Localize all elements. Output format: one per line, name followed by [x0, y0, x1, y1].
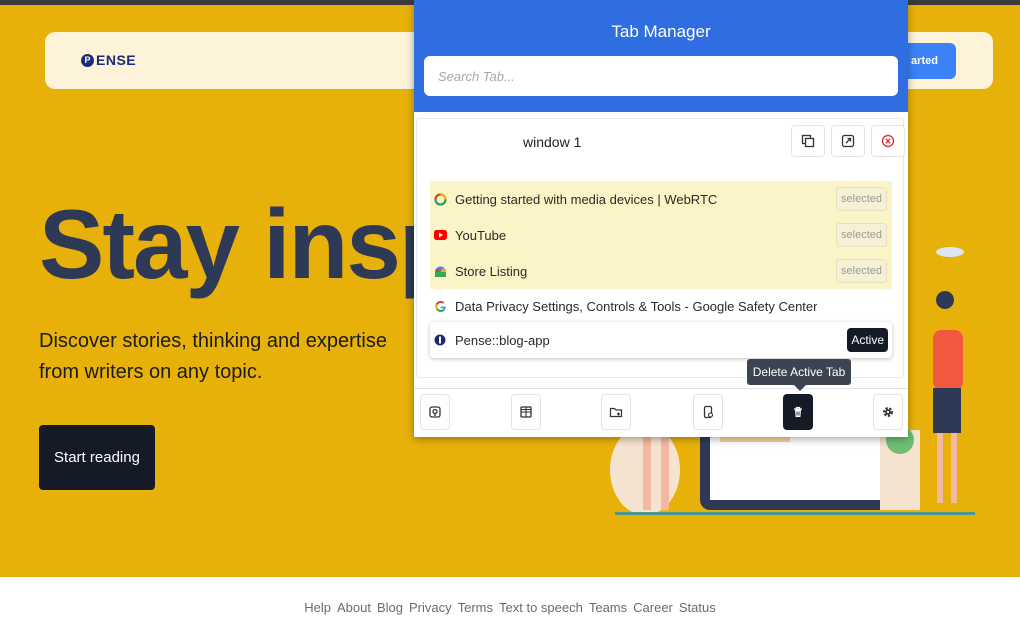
pin-tab-button[interactable]: [420, 394, 450, 430]
hero-subtitle: Discover stories, thinking and expertise…: [39, 330, 387, 383]
new-folder-button[interactable]: [601, 394, 631, 430]
close-circle-icon: [881, 134, 895, 148]
trash-icon: [794, 406, 802, 417]
tab-row[interactable]: Data Privacy Settings, Controls & Tools …: [430, 289, 892, 323]
grid-icon: [520, 406, 532, 418]
tab-row[interactable]: YouTube selected: [430, 217, 892, 253]
start-reading-button[interactable]: Start reading: [39, 425, 155, 490]
footer-link-career[interactable]: Career: [633, 600, 673, 615]
external-window-icon: [841, 134, 855, 148]
delete-active-tab-tooltip: Delete Active Tab: [747, 359, 851, 391]
tab-title: YouTube: [455, 227, 507, 243]
footer-link-about[interactable]: About: [337, 600, 371, 615]
footer-link-text-to-speech[interactable]: Text to speech: [499, 600, 583, 615]
tab-row[interactable]: Store Listing selected: [430, 253, 892, 289]
chrome-webstore-icon: [433, 264, 447, 278]
tab-row-active[interactable]: Pense::blog-app Active: [430, 322, 892, 358]
grid-view-button[interactable]: [511, 394, 541, 430]
tab-title: Pense::blog-app: [455, 332, 550, 348]
windows-stack-icon: [801, 134, 815, 148]
tab-title: Data Privacy Settings, Controls & Tools …: [455, 298, 818, 314]
merge-windows-button[interactable]: [791, 125, 825, 157]
tab-row[interactable]: Getting started with media devices | Web…: [430, 181, 892, 217]
footer-link-terms[interactable]: Terms: [458, 600, 493, 615]
site-footer: Help About Blog Privacy Terms Text to sp…: [0, 577, 1020, 638]
pin-icon: [429, 406, 441, 418]
mobile-view-button[interactable]: [693, 394, 723, 430]
popup-title: Tab Manager: [611, 22, 711, 41]
tab-title: Store Listing: [455, 263, 528, 279]
footer-link-teams[interactable]: Teams: [589, 600, 627, 615]
popup-divider: [414, 388, 908, 389]
pense-icon: [433, 333, 447, 347]
window-card: window 1 Getting started with media devi…: [416, 118, 905, 378]
footer-link-privacy[interactable]: Privacy: [409, 600, 452, 615]
youtube-icon: [433, 228, 447, 242]
logo-mark: P: [81, 53, 94, 67]
close-window-button[interactable]: [871, 125, 905, 157]
device-icon: [703, 405, 714, 419]
popup-header: Tab Manager: [414, 0, 908, 112]
site-logo[interactable]: P ENSE: [81, 52, 136, 68]
open-window-button[interactable]: [831, 125, 865, 157]
folder-add-icon: [609, 407, 623, 418]
window-title: window 1: [523, 134, 582, 150]
selected-badge: selected: [836, 259, 887, 283]
footer-link-status[interactable]: Status: [679, 600, 716, 615]
search-tab-input[interactable]: [424, 56, 898, 96]
tab-title: Getting started with media devices | Web…: [455, 191, 718, 207]
webrtc-icon: [433, 192, 447, 206]
selected-badge: selected: [836, 187, 887, 211]
active-badge: Active: [847, 328, 888, 352]
delete-active-tab-button[interactable]: [783, 394, 813, 430]
settings-button[interactable]: [873, 394, 903, 430]
selected-badge: selected: [836, 223, 887, 247]
logo-text: ENSE: [96, 52, 137, 68]
footer-link-help[interactable]: Help: [304, 600, 331, 615]
google-icon: [433, 299, 447, 313]
gear-icon: [883, 407, 893, 417]
footer-link-blog[interactable]: Blog: [377, 600, 403, 615]
